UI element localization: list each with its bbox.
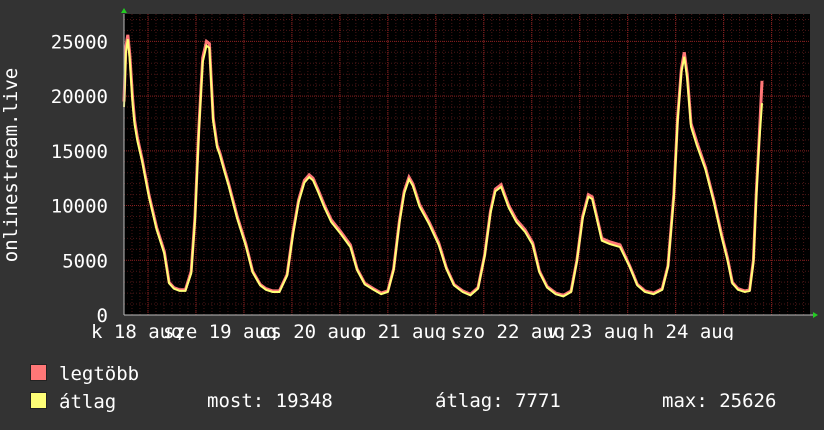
x-tick-label: v 23 aug bbox=[547, 321, 639, 340]
legend-swatch-max bbox=[30, 364, 47, 381]
y-tick-label: 5000 bbox=[62, 250, 108, 272]
y-tick-label: 25000 bbox=[51, 31, 108, 53]
legend-label-avg: átlag bbox=[59, 391, 117, 413]
legend-item-avg: átlag bbox=[30, 390, 116, 414]
stat-maximum: max: 25626 bbox=[662, 390, 777, 412]
x-tick-label: cs 20 aug bbox=[259, 321, 362, 340]
y-axis-arrow bbox=[121, 8, 127, 13]
stat-average: átlag: 7771 bbox=[435, 390, 561, 412]
chart: 0500010000150002000025000 k 18 augsze 19… bbox=[0, 8, 818, 340]
y-tick-labels: 0500010000150002000025000 bbox=[51, 31, 108, 327]
legend-label-max: legtöbb bbox=[59, 363, 140, 385]
x-tick-label: p 21 aug bbox=[355, 321, 447, 340]
stat-current: most: 19348 bbox=[207, 390, 333, 412]
y-axis-label: onlinestream.live bbox=[0, 68, 22, 262]
legend-swatch-avg bbox=[30, 392, 47, 409]
y-tick-label: 20000 bbox=[51, 86, 108, 108]
legend-item-max: legtöbb bbox=[30, 362, 139, 386]
x-tick-label: h 24 aug bbox=[643, 321, 735, 340]
y-tick-label: 15000 bbox=[51, 141, 108, 163]
x-axis-arrow bbox=[813, 312, 818, 318]
y-tick-label: 10000 bbox=[51, 196, 108, 218]
x-tick-labels: k 18 augsze 19 augcs 20 augp 21 aug szo 2… bbox=[91, 321, 734, 340]
